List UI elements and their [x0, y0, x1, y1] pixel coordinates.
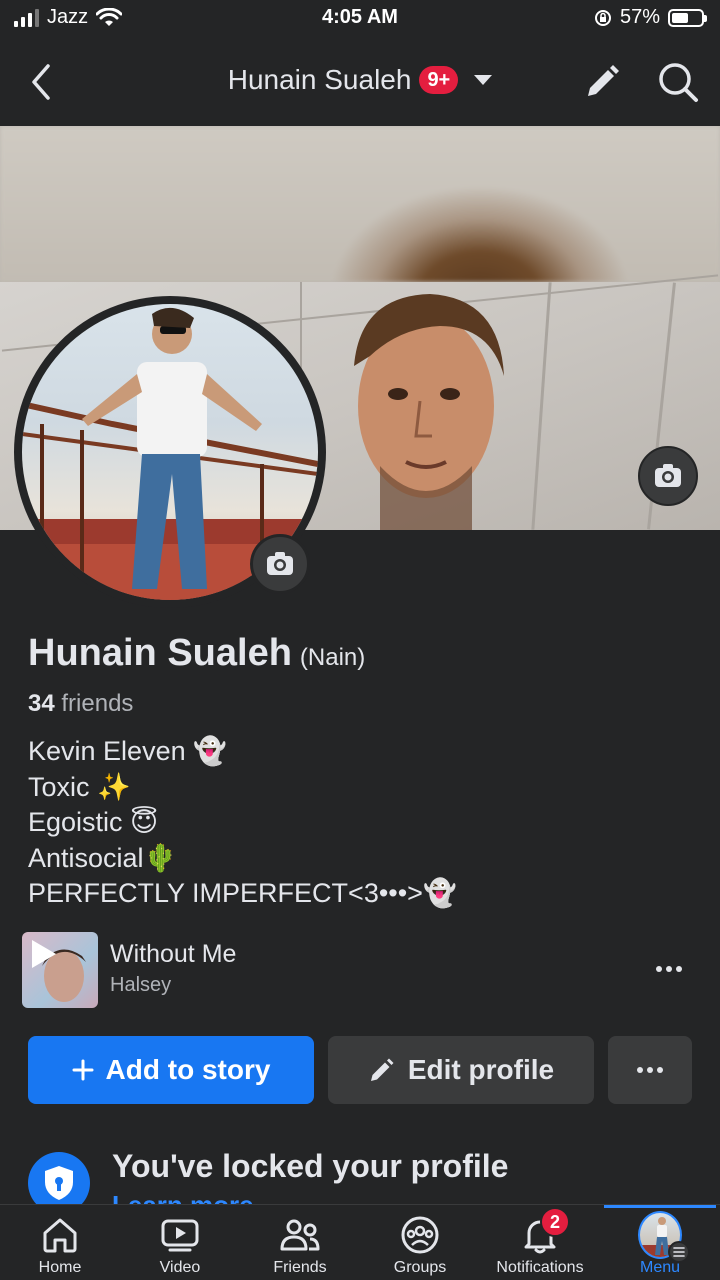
add-to-story-button[interactable]: Add to story	[28, 1036, 314, 1104]
bio-line: Kevin Eleven 👻	[28, 736, 227, 766]
music-title[interactable]: Without Me	[110, 940, 236, 969]
profile-name: Hunain Sualeh (Nain)	[28, 632, 365, 675]
edit-profile-button[interactable]: Edit profile	[328, 1036, 594, 1104]
cover-camera-button[interactable]	[638, 446, 698, 506]
tab-home[interactable]: Home	[0, 1205, 120, 1280]
notification-count-badge: 9+	[419, 66, 459, 94]
profile-bio: Kevin Eleven 👻 Toxic ✨ Egoistic 😇 Antiso…	[28, 734, 457, 912]
bio-line: Egoistic 😇	[28, 807, 159, 837]
music-artist: Halsey	[110, 974, 172, 996]
app-header: Hunain Sualeh 9+	[0, 38, 720, 126]
status-right: 57%	[594, 6, 707, 29]
locked-profile-title: You've locked your profile	[112, 1148, 509, 1184]
home-icon	[43, 1218, 77, 1253]
friends-count-label: friends	[61, 690, 134, 717]
edit-pencil-icon	[370, 1058, 394, 1081]
friends-count[interactable]: 34 friends	[28, 690, 133, 718]
chevron-down-icon[interactable]	[474, 75, 493, 85]
tab-label: Groups	[393, 1259, 447, 1276]
notifications-badge: 2	[540, 1207, 570, 1237]
battery-percent: 57%	[619, 6, 660, 28]
header-title[interactable]: Hunain Sualeh	[228, 64, 412, 96]
tab-label: Video	[159, 1259, 201, 1276]
tab-menu[interactable]: Menu	[600, 1205, 720, 1280]
locked-profile-notice: You've locked your profile Learn more	[0, 1130, 720, 1204]
groups-icon	[401, 1216, 439, 1254]
tab-label: Notifications	[496, 1259, 584, 1276]
video-icon	[161, 1219, 199, 1252]
tab-video[interactable]: Video	[120, 1205, 240, 1280]
edit-pencil-icon[interactable]	[580, 60, 624, 104]
tab-groups[interactable]: Groups	[360, 1205, 480, 1280]
friends-icon	[280, 1219, 320, 1251]
profile-more-options-button[interactable]	[608, 1036, 692, 1104]
tab-label: Home	[38, 1259, 82, 1276]
plus-icon	[72, 1059, 94, 1081]
back-icon[interactable]	[22, 60, 62, 104]
edit-profile-label: Edit profile	[407, 1054, 555, 1085]
orientation-lock-icon	[594, 9, 611, 26]
hamburger-icon	[668, 1241, 690, 1263]
camera-icon	[655, 464, 681, 487]
more-dots-icon	[637, 1067, 643, 1073]
profile-nickname: (Nain)	[299, 644, 366, 671]
add-to-story-label: Add to story	[105, 1054, 271, 1085]
bottom-tab-bar: Home Video Friends Groups 2 Notification…	[0, 1204, 720, 1280]
tab-friends[interactable]: Friends	[240, 1205, 360, 1280]
bio-line: PERFECTLY IMPERFECT<3•••>👻	[28, 878, 457, 908]
music-album-art[interactable]	[22, 932, 98, 1008]
cover-face-illustration	[354, 294, 504, 530]
friends-count-number: 34	[28, 690, 55, 717]
search-icon[interactable]	[654, 58, 702, 106]
camera-icon	[267, 552, 293, 575]
bio-line: Toxic ✨	[28, 771, 131, 802]
battery-icon	[668, 8, 707, 27]
learn-more-link[interactable]: Learn more	[112, 1190, 254, 1204]
music-more-options-icon[interactable]	[646, 952, 692, 986]
shield-lock-icon	[28, 1152, 90, 1204]
profile-name-text: Hunain Sualeh	[28, 632, 292, 674]
tab-label: Friends	[273, 1259, 327, 1276]
tab-notifications[interactable]: 2 Notifications	[480, 1205, 600, 1280]
bio-line: Antisocial🌵	[28, 842, 178, 873]
profile-picture-camera-button[interactable]	[250, 534, 310, 594]
status-bar: Jazz 4:05 AM 57%	[0, 0, 720, 38]
